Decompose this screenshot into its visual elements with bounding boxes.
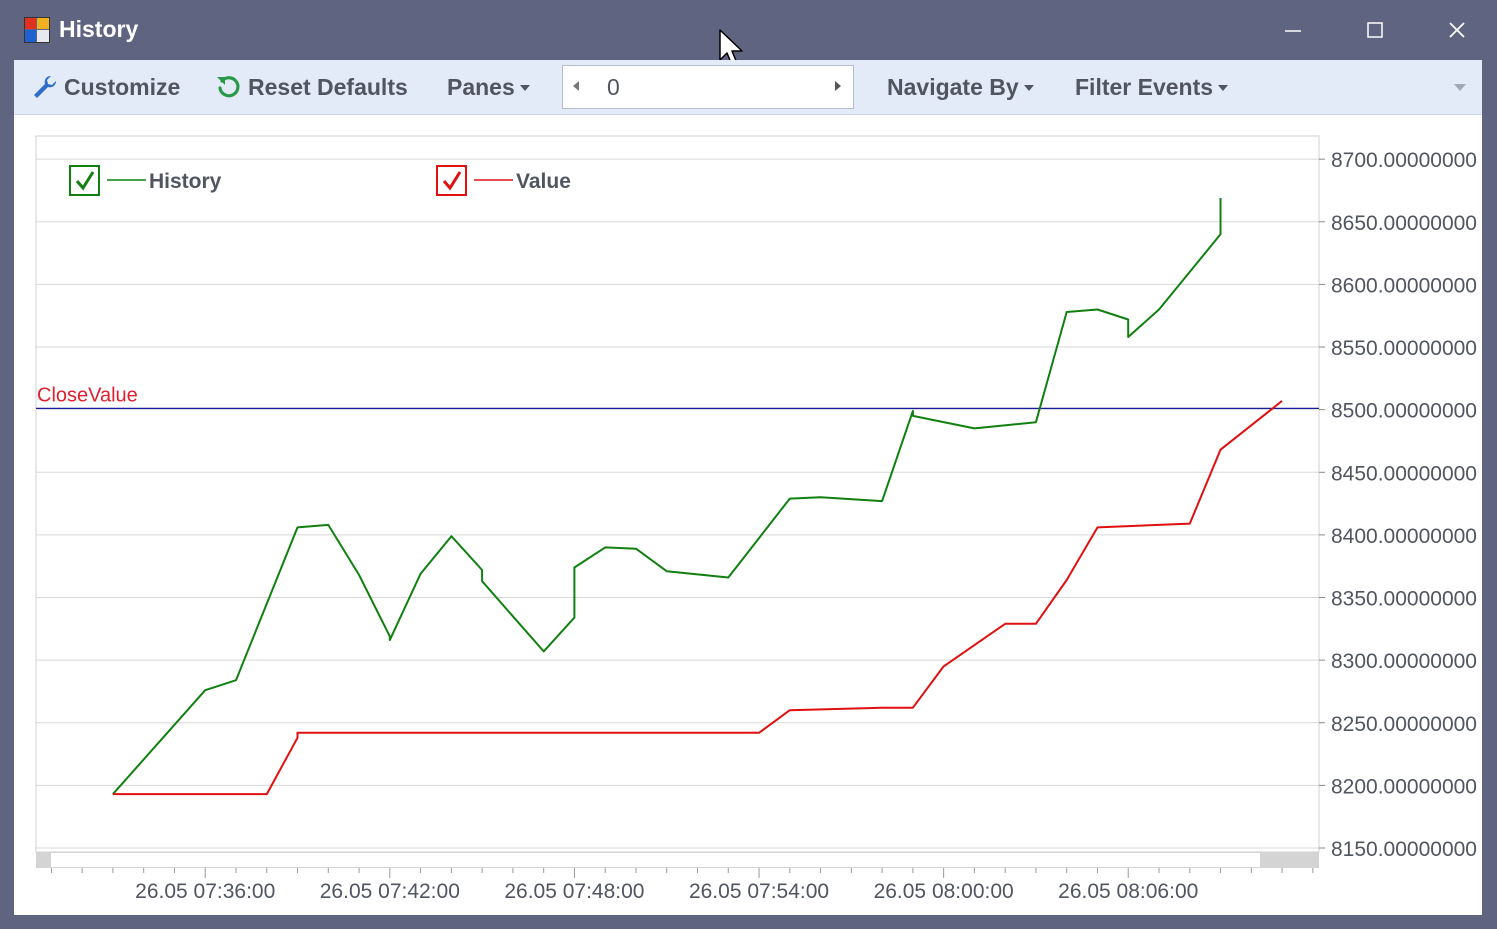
y-tick-label: 8350.00000000 [1331, 588, 1477, 611]
y-tick-label: 8300.00000000 [1331, 650, 1477, 673]
y-tick-label: 8700.00000000 [1331, 149, 1477, 172]
close-value-label: CloseValue [37, 384, 138, 406]
y-tick-label: 8650.00000000 [1331, 212, 1477, 235]
y-tick-label: 8550.00000000 [1331, 337, 1477, 360]
y-tick-label: 8150.00000000 [1331, 838, 1477, 861]
checkbox-value[interactable] [436, 165, 467, 196]
scrollbar-thumb[interactable] [51, 853, 1260, 867]
x-axis: 26.05 07:36:00 26.05 07:42:00 26.05 07:48:… [50, 868, 1314, 903]
x-tick-label: 26.05 08:06:00 [1058, 880, 1198, 903]
y-tick-label: 8200.00000000 [1331, 775, 1477, 798]
history-chart: 8700.00000000 8650.00000000 8600.00000000 8… [35, 135, 1477, 903]
x-tick-label: 26.05 07:48:00 [504, 880, 644, 903]
x-tick-label: 26.05 07:54:00 [689, 880, 829, 903]
y-tick-label: 8500.00000000 [1331, 400, 1477, 423]
x-tick-label: 26.05 07:36:00 [135, 880, 275, 903]
x-tick-label: 26.05 07:42:00 [320, 880, 460, 903]
y-tick-label: 8600.00000000 [1331, 274, 1477, 297]
checkbox-history[interactable] [69, 165, 100, 196]
y-tick-label: 8400.00000000 [1331, 525, 1477, 548]
legend-label-history: History [149, 170, 222, 193]
x-tick-label: 26.05 08:00:00 [874, 880, 1014, 903]
y-tick-label: 8250.00000000 [1331, 713, 1477, 736]
y-axis: 8700.00000000 8650.00000000 8600.00000000 8… [1319, 149, 1477, 861]
y-tick-label: 8450.00000000 [1331, 462, 1477, 485]
plot-area [35, 135, 1320, 853]
legend-label-value: Value [516, 170, 571, 193]
